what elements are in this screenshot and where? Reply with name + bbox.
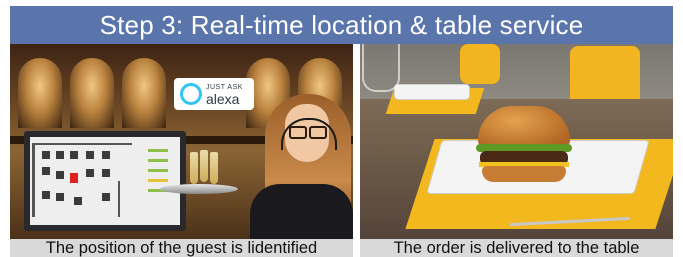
champagne-glass: [210, 152, 218, 184]
hall-arch: [18, 58, 62, 128]
plan-table: [42, 167, 50, 175]
alexa-ring-icon: [180, 83, 202, 105]
right-caption: The order is delivered to the table: [360, 239, 673, 257]
sidebar-status-line: [148, 159, 168, 162]
plan-wall: [32, 143, 132, 145]
plan-table: [42, 191, 50, 199]
plan-table: [102, 169, 110, 177]
sidebar-status-line: [148, 169, 168, 172]
plan-table: [42, 151, 50, 159]
plan-table: [56, 193, 64, 201]
hall-arch: [122, 58, 166, 128]
plan-wall: [32, 143, 35, 217]
plate: [394, 84, 470, 100]
sidebar-status-line: [148, 149, 168, 152]
left-caption: The position of the guest is lidentified: [10, 239, 353, 257]
plan-table: [74, 197, 82, 205]
hall-arch: [70, 58, 114, 128]
burger-bun-bottom: [482, 166, 566, 182]
plan-table: [86, 169, 94, 177]
plan-table: [56, 151, 64, 159]
floor-plan-monitor: [24, 131, 186, 231]
plan-table: [86, 151, 94, 159]
sidebar-status-line: [148, 179, 168, 182]
slide-title: Step 3: Real-time location & table servi…: [10, 6, 673, 44]
alexa-badge: JUST ASK alexa: [174, 78, 254, 110]
waitress-body: [250, 184, 353, 239]
plan-table: [102, 193, 110, 201]
burger-bun-top: [478, 106, 570, 148]
plan-table: [56, 171, 64, 179]
plan-wall: [118, 181, 120, 217]
serving-tray: [160, 184, 238, 194]
chair: [460, 44, 500, 84]
plan-table: [70, 151, 78, 159]
champagne-glass: [190, 152, 198, 184]
delivery-photo: [360, 44, 673, 239]
badge-big-text: alexa: [206, 91, 240, 107]
floor-plan-screen: [30, 137, 180, 225]
guest-position-marker: [70, 173, 78, 183]
badge-small-text: JUST ASK: [206, 84, 243, 91]
location-photo: JUST ASK alexa: [10, 44, 353, 239]
wine-glass: [362, 44, 400, 92]
champagne-glass: [200, 150, 208, 182]
plan-table: [102, 151, 110, 159]
